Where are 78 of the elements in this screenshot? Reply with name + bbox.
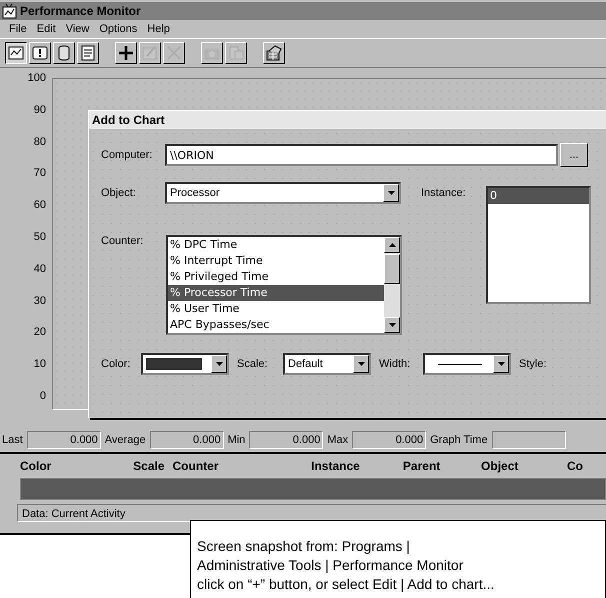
column-header: Instance [311, 459, 361, 473]
field-label: Width: [379, 358, 412, 370]
axis-label: 10 [34, 358, 46, 370]
field-label: Computer: [101, 149, 154, 161]
alert-button[interactable] [29, 42, 51, 64]
menu-item[interactable]: File [4, 23, 32, 35]
stat-label: Average [104, 434, 146, 446]
dropdown-arrow-icon [498, 362, 504, 366]
axis-label: 0 [40, 390, 46, 402]
list-item[interactable]: 0 [488, 188, 589, 204]
stat-value: 0.000 [352, 431, 426, 449]
list-item[interactable]: % Interrupt Time [168, 253, 386, 269]
list-item[interactable]: APC Bypasses/sec [168, 317, 386, 333]
stat-label: Last [2, 434, 23, 446]
dropdown-arrow-icon [388, 191, 394, 195]
axis-label: 50 [34, 230, 46, 243]
object-dropdown[interactable]: Processor [165, 182, 401, 204]
list-item[interactable]: % DPC Time [168, 237, 386, 253]
field-label: Color: [101, 358, 132, 370]
plus-button[interactable] [115, 42, 137, 64]
menu-item[interactable]: View [60, 23, 94, 35]
color-dropdown[interactable] [141, 353, 229, 375]
chart-button[interactable] [5, 42, 27, 64]
scrollbar[interactable] [384, 237, 400, 333]
menu-item[interactable]: Edit [32, 23, 61, 35]
browse-button[interactable]: ... [560, 143, 588, 167]
edit-icon [141, 44, 159, 62]
chart-icon [7, 44, 25, 62]
stat-label: Max [327, 434, 348, 446]
stat-value: 0.000 [249, 431, 324, 449]
axis-label: 70 [34, 167, 46, 180]
field-label: Style: [519, 358, 548, 370]
app-icon [2, 3, 18, 19]
field-label: Scale: [237, 358, 269, 370]
axis-label: 90 [34, 104, 46, 116]
stat-value: 0.000 [26, 431, 101, 449]
dialog-title: Add to Chart [89, 111, 606, 129]
column-header: Co [566, 459, 584, 473]
axis-label: 60 [34, 199, 46, 212]
window-title: Performance Monitor [20, 4, 141, 18]
field-label: Counter: [101, 235, 144, 247]
report-icon [79, 44, 97, 62]
axis-label: 80 [34, 136, 46, 148]
database-button[interactable] [53, 42, 75, 64]
width-dropdown[interactable] [423, 353, 511, 375]
scale-dropdown[interactable]: Default [283, 353, 371, 375]
stat-label: Min [228, 434, 246, 446]
axis-label: 100 [28, 72, 46, 84]
stat-label: Graph Time [430, 434, 488, 446]
report-button[interactable] [77, 42, 99, 64]
field-label: Instance: [421, 187, 467, 199]
axis-label: 20 [34, 326, 46, 338]
scroll-down-arrow-icon[interactable] [388, 323, 396, 327]
axis-label: 30 [34, 294, 46, 307]
stat-value: 0.000 [150, 431, 224, 449]
column-header: Scale [132, 459, 166, 473]
column-header: Parent [402, 459, 442, 473]
axis-label: 40 [34, 262, 46, 275]
plus-icon [117, 44, 135, 62]
menu-item[interactable]: Help [142, 23, 175, 35]
column-header: Color [20, 459, 52, 473]
scroll-up-arrow-icon[interactable] [388, 243, 396, 247]
dropdown-arrow-icon [358, 362, 364, 366]
dropdown-arrow-icon [216, 362, 222, 366]
column-header: Object [481, 459, 520, 473]
delete-icon [165, 44, 183, 62]
options-icon [265, 44, 283, 62]
computer-field[interactable]: \\ORION [165, 144, 558, 166]
caption-text: Screen snapshot from: Programs | Administrative Tools | Performance Monitor click on “+” button, or select Edit | Add to chart... [190, 520, 606, 598]
options-button[interactable] [263, 42, 285, 64]
field-label: Object: [101, 187, 137, 199]
column-header: Counter [172, 459, 220, 473]
list-item[interactable]: % Processor Time [168, 285, 386, 301]
alert-icon [31, 44, 49, 62]
list-item[interactable]: % User Time [168, 301, 386, 317]
menu-item[interactable]: Options [94, 23, 142, 35]
bookmark-icon [227, 44, 245, 62]
list-item[interactable]: % Privileged Time [168, 269, 386, 285]
